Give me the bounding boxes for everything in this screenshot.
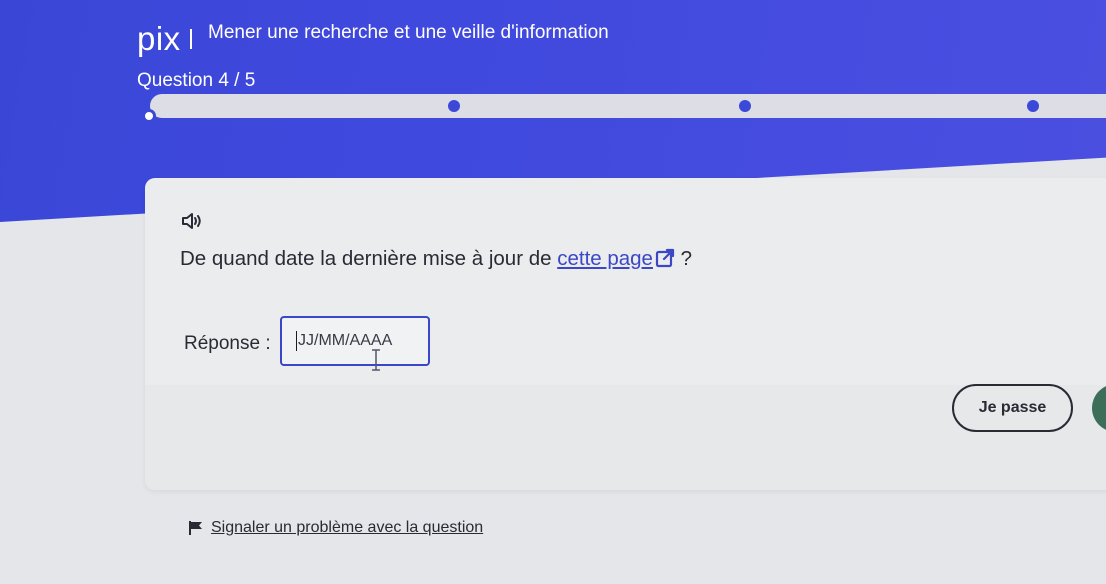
answer-label: Réponse :	[184, 333, 271, 354]
progress-step	[448, 100, 460, 112]
skip-button[interactable]: Je passe	[952, 384, 1073, 432]
text-caret	[296, 331, 297, 351]
report-problem[interactable]: Signaler un problème avec la question	[188, 519, 483, 537]
page: pix Mener une recherche et une veille d'…	[0, 0, 1106, 584]
question-text-before-link: De quand date la dernière mise à jour de	[180, 247, 558, 270]
header-separator	[190, 29, 192, 49]
text-cursor-icon	[372, 349, 380, 371]
assessment-title: Mener une recherche et une veille d'info…	[208, 22, 609, 43]
question-link-label[interactable]: cette page	[557, 247, 653, 270]
progress-bar	[150, 94, 1106, 118]
report-problem-link[interactable]: Signaler un problème avec la question	[211, 519, 483, 537]
progress-step	[1027, 100, 1039, 112]
date-answer-input[interactable]	[280, 316, 430, 366]
pix-logo[interactable]: pix	[137, 20, 181, 58]
progress-step-current	[142, 109, 156, 123]
progress-step	[739, 100, 751, 112]
question-counter: Question 4 / 5	[137, 70, 256, 91]
question-link[interactable]: cette page	[557, 247, 675, 270]
external-link-icon[interactable]	[655, 248, 675, 268]
flag-icon	[189, 521, 202, 535]
question-text: De quand date la dernière mise à jour de…	[180, 247, 692, 271]
audio-icon[interactable]	[180, 209, 204, 233]
question-text-after-link: ?	[674, 247, 693, 270]
